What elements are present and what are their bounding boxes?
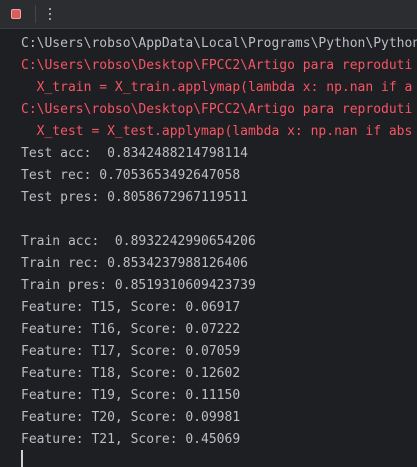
run-console-window: C:\Users\robso\AppData\Local\Programs\Py…: [0, 0, 417, 467]
more-options-button[interactable]: [41, 4, 59, 24]
console-line-error: C:\Users\robso\Desktop\FPCC2\Artigo para…: [21, 58, 413, 73]
console-line: Test rec: 0.7053653492647058: [21, 168, 241, 183]
console-line: Feature: T19, Score: 0.11150: [21, 388, 241, 403]
console-line: Feature: T17, Score: 0.07059: [21, 344, 241, 359]
console-line: Train rec: 0.8534237988126406: [21, 256, 248, 271]
more-vertical-icon: [49, 8, 51, 20]
console-output[interactable]: C:\Users\robso\AppData\Local\Programs\Py…: [0, 29, 417, 467]
console-line: Feature: T20, Score: 0.09981: [21, 410, 241, 425]
console-line-error: X_test = X_test.applymap(lambda x: np.na…: [21, 124, 413, 139]
console-line-error: C:\Users\robso\Desktop\FPCC2\Artigo para…: [21, 102, 413, 117]
console-line: Train pres: 0.8519310609423739: [21, 278, 256, 293]
console-line-error: X_train = X_train.applymap(lambda x: np.…: [21, 80, 413, 95]
console-line: Feature: T21, Score: 0.45069: [21, 432, 241, 447]
console-line: Train acc: 0.8932242990654206: [21, 234, 256, 249]
stop-button[interactable]: [6, 4, 26, 24]
stop-icon: [11, 9, 21, 19]
toolbar-divider: [35, 5, 36, 23]
console-line: Feature: T18, Score: 0.12602: [21, 366, 241, 381]
console-line: Test pres: 0.8058672967119511: [21, 190, 248, 205]
input-caret[interactable]: [21, 450, 23, 467]
console-line: Feature: T16, Score: 0.07222: [21, 322, 241, 337]
console-toolbar: [0, 0, 417, 29]
console-line: C:\Users\robso\AppData\Local\Programs\Py…: [21, 36, 417, 51]
console-line: Test acc: 0.8342488214798114: [21, 146, 248, 161]
console-line: Feature: T15, Score: 0.06917: [21, 300, 241, 315]
